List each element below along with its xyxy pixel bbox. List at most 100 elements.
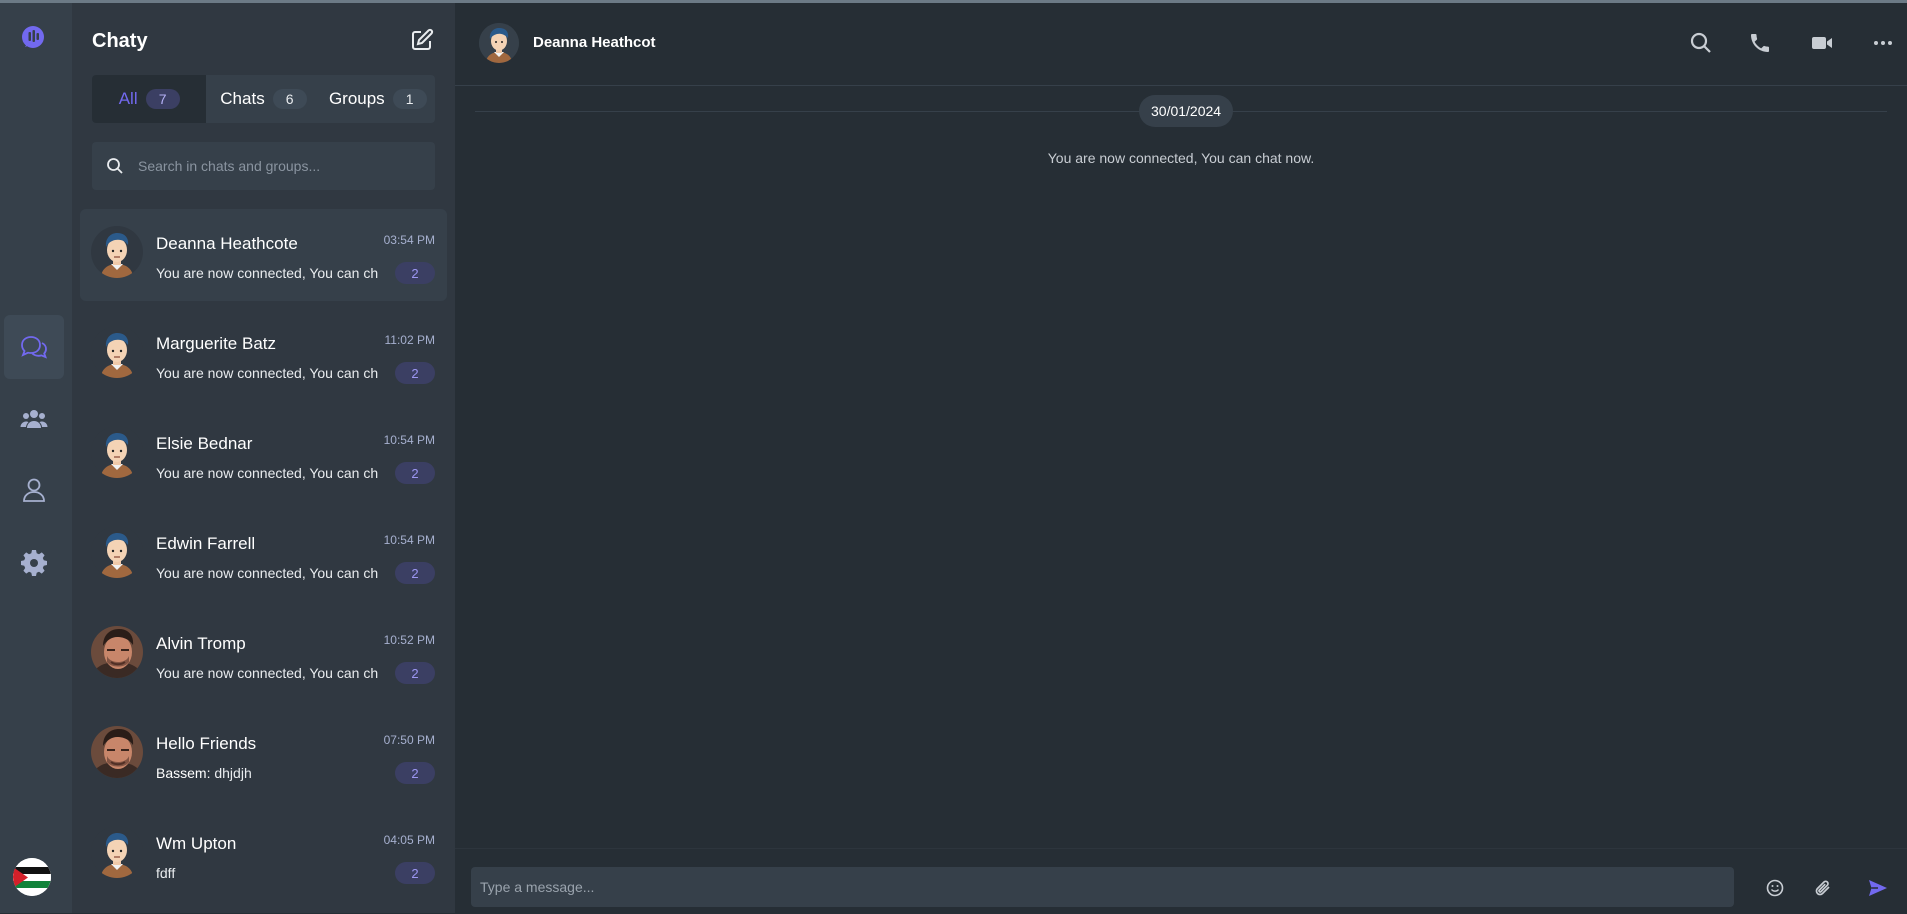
tab-label: Groups [328, 89, 385, 108]
chat-preview-text: You are now connected, You can chat now. [156, 365, 378, 381]
chat-time: 03:54 PM [383, 233, 435, 247]
chat-name: Deanna Heathcote [156, 234, 298, 253]
system-message: You are now connected, You can chat now. [1047, 150, 1315, 166]
chat-name: Hello Friends [156, 734, 257, 753]
tab-chats[interactable]: Chats 6 [206, 75, 320, 123]
chat-item[interactable]: Alvin Tromp 10:52 PM You are now connect… [80, 609, 447, 701]
tab-count: 6 [272, 89, 307, 109]
chat-preview-text: fdff [156, 865, 176, 881]
video-camera-icon [1812, 37, 1832, 49]
more-options-button[interactable] [1869, 29, 1897, 57]
cartoon-avatar [91, 826, 143, 878]
new-chat-button[interactable] [410, 28, 434, 52]
emoji-button[interactable] [1762, 875, 1788, 901]
nav-settings[interactable] [4, 530, 64, 594]
more-horizontal-icon [1874, 41, 1892, 45]
chat-item[interactable]: Deanna Heathcote 03:54 PM You are now co… [80, 209, 447, 301]
chat-time: 10:54 PM [383, 533, 435, 547]
search-icon [107, 158, 123, 174]
conversation-title[interactable]: Deanna Heathcot [533, 34, 656, 51]
app-title: Chaty [92, 30, 148, 52]
chat-preview: You are now connected, You can chat now. [156, 265, 378, 281]
tab-count: 7 [145, 89, 180, 109]
unread-badge: 2 [395, 362, 435, 384]
tab-label: Chats [220, 89, 265, 108]
chat-list-panel: Chaty All 7 Chats 6 Groups 1 Deanna Heat… [72, 3, 455, 913]
users-icon [20, 410, 48, 428]
date-divider: 30/01/2024 [1139, 95, 1234, 127]
unread-badge: 2 [395, 562, 435, 584]
chat-time: 04:05 PM [383, 833, 435, 847]
cartoon-avatar [91, 526, 143, 578]
nav-contacts[interactable] [4, 387, 64, 451]
tab-all[interactable]: All 7 [92, 75, 207, 123]
chat-sender: Bassem: [156, 765, 211, 781]
chat-time: 11:02 PM [384, 333, 435, 347]
video-call-button[interactable] [1808, 29, 1836, 57]
send-button[interactable] [1865, 875, 1891, 901]
nav-rail [0, 3, 72, 913]
tab-count: 1 [392, 89, 427, 109]
current-user-avatar[interactable] [13, 858, 51, 896]
chat-preview: You are now connected, You can chat now. [156, 465, 378, 481]
tab-label: All [118, 89, 138, 108]
chat-bubbles-icon [21, 336, 48, 359]
send-icon [1869, 880, 1887, 896]
chat-preview-text: You are now connected, You can chat now. [156, 265, 378, 281]
chat-preview: You are now connected, You can chat now. [156, 665, 378, 681]
nav-chats[interactable] [4, 315, 64, 379]
message-input[interactable] [471, 867, 1734, 907]
conversation-pane: Deanna Heathcot 30/01/2024 You are now c… [455, 3, 1907, 913]
chat-time: 07:50 PM [383, 733, 435, 747]
chat-name: Alvin Tromp [156, 634, 246, 653]
chat-preview-text: You are now connected, You can chat now. [156, 465, 378, 481]
cartoon-avatar [91, 426, 143, 478]
chat-time: 10:54 PM [383, 433, 435, 447]
chat-preview: You are now connected, You can chat now. [156, 565, 378, 581]
chat-item[interactable]: Edwin Farrell 10:54 PM You are now conne… [80, 509, 447, 601]
chat-time: 10:52 PM [383, 633, 435, 647]
search-icon [1690, 32, 1711, 53]
chat-item[interactable]: Wm Upton 04:05 PM fdff 2 [80, 809, 447, 901]
cartoon-avatar [91, 326, 143, 378]
search-button[interactable] [1687, 29, 1715, 57]
search-bar [92, 142, 435, 190]
chat-preview: You are now connected, You can chat now. [156, 365, 378, 381]
chat-preview-text: You are now connected, You can chat now. [156, 665, 378, 681]
chat-item[interactable]: Marguerite Batz 11:02 PM You are now con… [80, 309, 447, 401]
app-logo-icon [19, 24, 47, 52]
message-composer [455, 848, 1907, 914]
chat-item[interactable]: Hello Friends 07:50 PM Bassem: dhjdjh 2 [80, 709, 447, 801]
chat-name: Elsie Bednar [156, 434, 253, 453]
unread-badge: 2 [395, 462, 435, 484]
user-icon [23, 478, 45, 502]
emoji-icon [1766, 879, 1784, 897]
chat-item[interactable]: Elsie Bednar 10:54 PM You are now connec… [80, 409, 447, 501]
chat-name: Edwin Farrell [156, 534, 256, 553]
voice-call-button[interactable] [1746, 29, 1774, 57]
chat-preview: fdff [156, 865, 378, 881]
cartoon-avatar [91, 226, 143, 278]
filter-tabs: All 7 Chats 6 Groups 1 [92, 75, 435, 123]
unread-badge: 2 [395, 862, 435, 884]
paperclip-icon [1815, 880, 1830, 896]
photo-avatar [91, 626, 143, 678]
chat-preview-text: You are now connected, You can chat now. [156, 565, 378, 581]
chat-name: Wm Upton [156, 834, 237, 853]
attach-button[interactable] [1811, 875, 1837, 901]
search-input[interactable] [136, 157, 430, 175]
chat-list: Deanna Heathcote 03:54 PM You are now co… [80, 209, 447, 909]
photo-avatar [91, 726, 143, 778]
conversation-header: Deanna Heathcot [455, 3, 1907, 86]
phone-icon [1751, 34, 1769, 52]
chat-preview-text: dhjdjh [214, 765, 252, 781]
edit-icon [412, 28, 434, 50]
unread-badge: 2 [395, 762, 435, 784]
nav-profile[interactable] [4, 458, 64, 522]
contact-avatar[interactable] [479, 23, 519, 63]
unread-badge: 2 [395, 262, 435, 284]
chat-preview: Bassem: dhjdjh [156, 765, 378, 781]
unread-badge: 2 [395, 662, 435, 684]
tab-groups[interactable]: Groups 1 [321, 75, 435, 123]
gear-icon [21, 550, 47, 576]
